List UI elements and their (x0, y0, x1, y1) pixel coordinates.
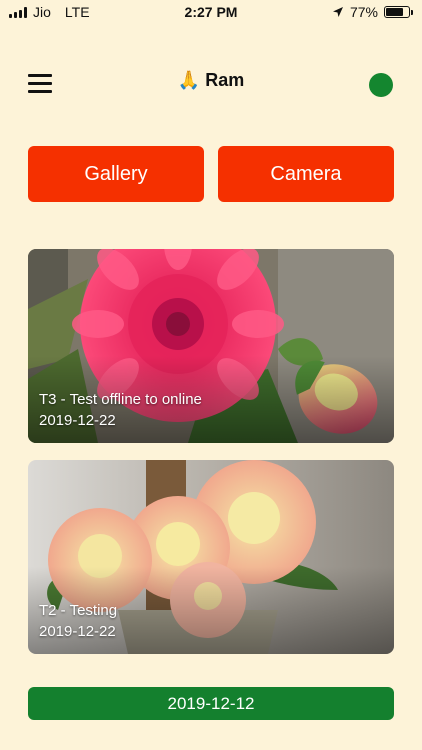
date-divider: 2019-12-12 (28, 687, 394, 720)
status-right: 77% (332, 4, 413, 20)
entry-card[interactable]: T2 - Testing 2019-12-22 (28, 460, 394, 654)
entry-title: T2 - Testing (39, 602, 118, 619)
status-bar: Jio LTE 2:27 PM 77% (0, 0, 422, 24)
status-indicator (369, 73, 393, 97)
entry-date: 2019-12-22 (39, 623, 116, 640)
camera-button[interactable]: Camera (218, 146, 394, 202)
battery-percent: 77% (349, 4, 378, 20)
location-arrow-icon (332, 7, 343, 17)
gallery-button[interactable]: Gallery (28, 146, 204, 202)
page-title: 🙏 Ram (177, 70, 245, 90)
entry-card[interactable]: T3 - Test offline to online 2019-12-22 (28, 249, 394, 443)
entry-date: 2019-12-22 (39, 412, 116, 429)
battery-icon (384, 6, 413, 18)
entry-title: T3 - Test offline to online (39, 391, 202, 408)
